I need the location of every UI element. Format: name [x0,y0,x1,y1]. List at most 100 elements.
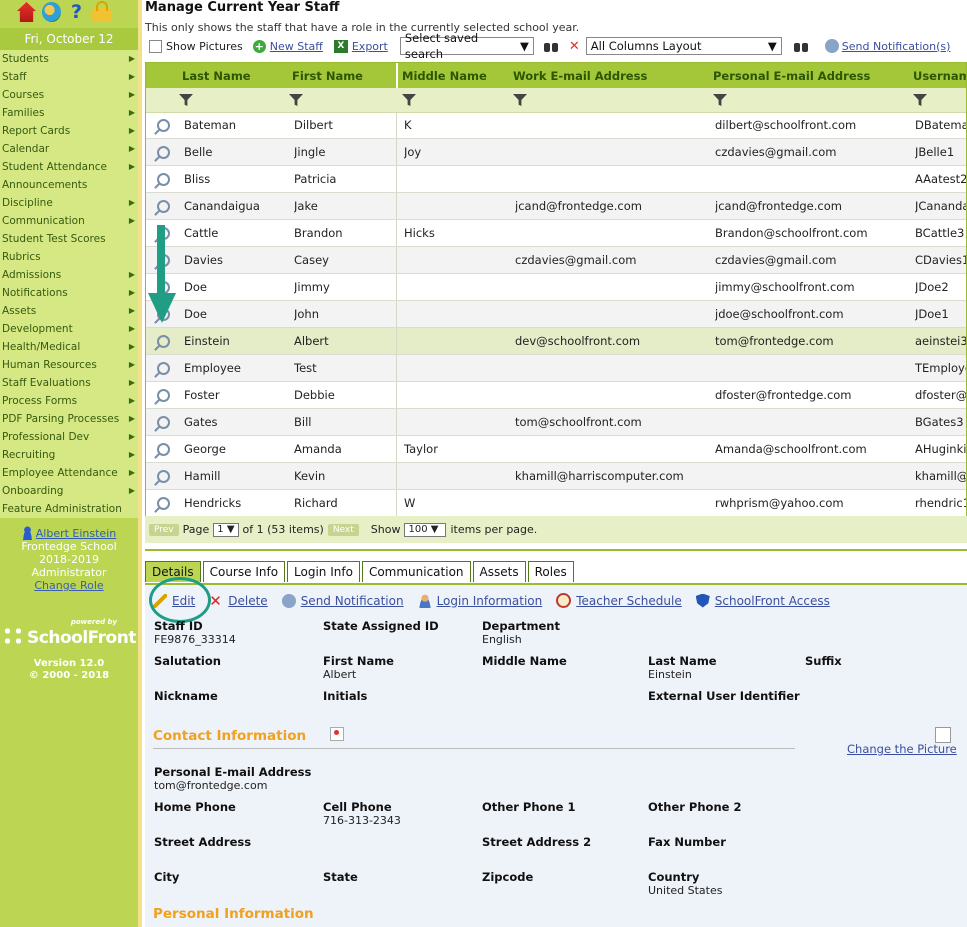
page-select[interactable]: 1 ▼ [213,522,239,537]
sidebar-item-human-resources[interactable]: Human Resources [0,356,138,374]
table-row[interactable]: Canandaigua Jake jcand@frontedge.com jcand@… [146,193,966,220]
column-header[interactable]: First Name [292,63,363,88]
column-header[interactable]: Middle Name [402,63,487,88]
login-user-icon[interactable] [417,593,432,608]
plus-icon[interactable]: + [252,39,266,53]
notification-icon[interactable] [281,593,296,608]
delete-icon[interactable]: ✕ [209,593,223,608]
clear-filter-icon[interactable]: ✕ [569,39,580,54]
sidebar-item-health-medical[interactable]: Health/Medical [0,338,138,356]
sidebar-item-courses[interactable]: Courses [0,86,138,104]
sidebar-item-staff-evaluations[interactable]: Staff Evaluations [0,374,138,392]
table-row[interactable]: Einstein Albert dev@schoolfront.com tom@fro… [146,328,966,355]
clock-icon[interactable] [556,593,572,608]
binoculars-icon[interactable] [793,41,808,52]
sidebar-item-calendar[interactable]: Calendar [0,140,138,158]
magnifier-icon[interactable] [157,389,170,402]
lock-icon[interactable] [92,1,111,22]
column-header[interactable]: Work E-mail Address [513,63,647,88]
login-information-link[interactable]: Login Information [437,594,543,608]
sidebar-item-discipline[interactable]: Discipline [0,194,138,212]
sidebar-item-pdf-parsing-processes[interactable]: PDF Parsing Processes [0,410,138,428]
tab-assets[interactable]: Assets [472,561,526,582]
sidebar-item-rubrics[interactable]: Rubrics [0,248,138,266]
table-row[interactable]: Belle Jingle Joy czdavies@gmail.com JBelle1 [146,139,966,166]
export-link[interactable]: Export [352,40,388,53]
prev-page-button[interactable]: Prev [149,523,179,536]
sidebar-item-student-attendance[interactable]: Student Attendance [0,158,138,176]
magnifier-icon[interactable] [157,362,170,375]
sidebar-item-recruiting[interactable]: Recruiting [0,446,138,464]
table-row[interactable]: Employee Test TEmploye [146,355,966,382]
filter-icon[interactable] [289,94,303,106]
send-notifications-link[interactable]: Send Notification(s) [842,40,951,53]
sidebar-item-staff[interactable]: Staff [0,68,138,86]
tab-login-info[interactable]: Login Info [287,561,360,582]
table-row[interactable]: Gates Bill tom@schoolfront.com BGates3 [146,409,966,436]
table-row[interactable]: Hamill Kevin khamill@harriscomputer.com kha… [146,463,966,490]
table-row[interactable]: Davies Casey czdavies@gmail.com czdavies@gm… [146,247,966,274]
table-row[interactable]: Cattle Brandon Hicks Brandon@schoolfront.co… [146,220,966,247]
filter-icon[interactable] [713,94,727,106]
sidebar-item-development[interactable]: Development [0,320,138,338]
sidebar-item-report-cards[interactable]: Report Cards [0,122,138,140]
magnifier-icon[interactable] [157,146,170,159]
magnifier-icon[interactable] [157,200,170,213]
column-header[interactable]: Last Name [182,63,251,88]
sidebar-collapse-bar[interactable] [138,0,142,927]
sidebar-item-process-forms[interactable]: Process Forms [0,392,138,410]
filter-icon[interactable] [513,94,527,106]
table-row[interactable]: Bliss Patricia AAatest2 [146,166,966,193]
delete-link[interactable]: Delete [228,594,267,608]
magnifier-icon[interactable] [157,335,170,348]
send-notification-link[interactable]: Send Notification [301,594,404,608]
filter-icon[interactable] [179,94,193,106]
map-icon[interactable] [330,727,344,741]
magnifier-icon[interactable] [157,416,170,429]
table-row[interactable]: Hendricks Richard Wrwhprism@yahoo.com rhend… [146,490,966,517]
magnifier-icon[interactable] [157,119,170,132]
table-row[interactable]: Foster Debbie dfoster@frontedge.com dfoster… [146,382,966,409]
saved-search-select[interactable]: Select saved search ▼ [399,31,534,61]
tab-roles[interactable]: Roles [527,561,574,582]
tab-course-info[interactable]: Course Info [202,561,286,582]
column-header[interactable]: Personal E-mail Address [713,63,870,88]
home-icon[interactable] [17,2,36,22]
table-row[interactable]: George Amanda Taylor Amanda@schoolfront.com… [146,436,966,463]
sidebar-item-notifications[interactable]: Notifications [0,284,138,302]
notification-icon[interactable] [824,39,839,53]
help-icon[interactable]: ? [67,2,86,22]
table-row[interactable]: Bateman Dilbert Kdilbert@schoolfront.com DB… [146,112,966,139]
magnifier-icon[interactable] [157,173,170,186]
magnifier-icon[interactable] [157,470,170,483]
sidebar-item-professional-dev[interactable]: Professional Dev [0,428,138,446]
table-row[interactable]: Doe John jdoe@schoolfront.com JDoe1 [146,301,966,328]
sidebar-item-students[interactable]: Students [0,50,138,68]
sidebar-item-communication[interactable]: Communication [0,212,138,230]
magnifier-icon[interactable] [157,497,170,510]
sidebar-item-onboarding[interactable]: Onboarding [0,482,138,500]
user-name-link[interactable]: Albert Einstein [36,527,116,540]
sidebar-item-student-test-scores[interactable]: Student Test Scores [0,230,138,248]
change-role-link[interactable]: Change Role [34,579,103,592]
column-header[interactable]: Usernam [913,63,966,88]
magnifier-icon[interactable] [157,443,170,456]
per-page-select[interactable]: 100 ▼ [404,522,447,537]
new-staff-link[interactable]: New Staff [270,40,323,53]
filter-icon[interactable] [913,94,927,106]
binoculars-icon[interactable] [543,41,558,52]
sidebar-item-announcements[interactable]: Announcements [0,176,138,194]
change-picture-link[interactable]: Change the Picture [847,742,957,756]
filter-icon[interactable] [402,94,416,106]
sidebar-item-feature-administration[interactable]: Feature Administration [0,500,138,518]
globe-icon[interactable] [42,2,61,22]
sidebar-item-admissions[interactable]: Admissions [0,266,138,284]
teacher-schedule-link[interactable]: Teacher Schedule [576,594,682,608]
layout-select[interactable]: All Columns Layout ▼ [585,37,782,55]
schoolfront-access-link[interactable]: SchoolFront Access [715,594,830,608]
shield-icon[interactable] [695,593,710,608]
sidebar-item-assets[interactable]: Assets [0,302,138,320]
tab-communication[interactable]: Communication [361,561,471,582]
excel-icon[interactable]: X [333,39,348,53]
sidebar-item-families[interactable]: Families [0,104,138,122]
